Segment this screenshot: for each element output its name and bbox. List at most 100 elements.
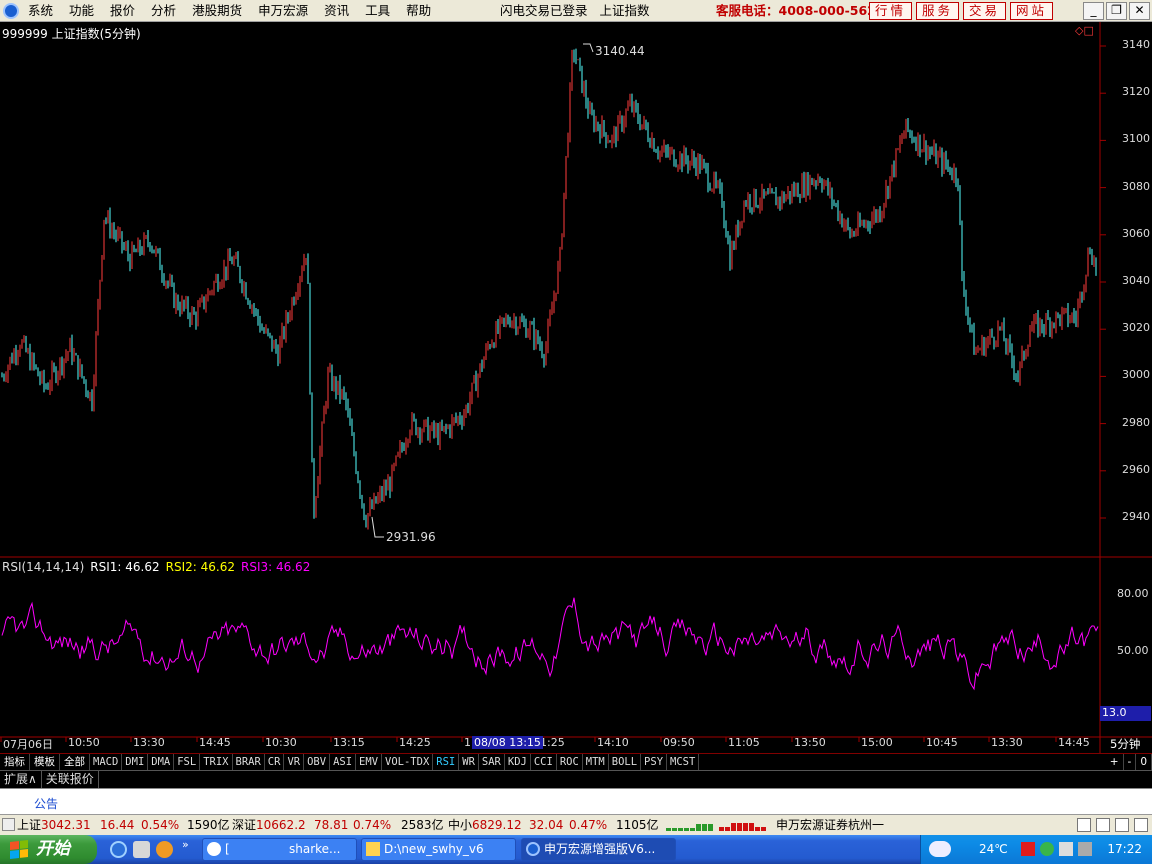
- indicator-tab-emv[interactable]: EMV: [356, 754, 383, 770]
- red-bar: [761, 827, 766, 831]
- lock-icon[interactable]: [1134, 818, 1148, 832]
- media-icon[interactable]: [156, 841, 173, 858]
- sh-name: 上证: [17, 818, 42, 832]
- settings-icon[interactable]: [1115, 818, 1129, 832]
- quote-button[interactable]: 行情: [869, 2, 913, 20]
- indicator-tab-obv[interactable]: OBV: [304, 754, 331, 770]
- cursor-time-box: 08/08 13:15: [472, 736, 543, 749]
- menu-swhy[interactable]: 申万宏源: [250, 0, 316, 22]
- menu-hk-futures[interactable]: 港股期货: [184, 0, 250, 22]
- ie-icon[interactable]: [110, 841, 127, 858]
- zx-amount: 1105亿: [616, 818, 659, 832]
- red-bar: [719, 827, 724, 831]
- chart-canvas[interactable]: [0, 22, 1152, 753]
- status-menu-icon[interactable]: [2, 818, 15, 831]
- menu-help[interactable]: 帮助: [398, 0, 439, 22]
- browser-icon: [207, 842, 221, 856]
- temperature: 24℃: [979, 842, 1008, 856]
- indicator-tab-trix[interactable]: TRIX: [200, 754, 233, 770]
- task-explorer[interactable]: D:\new_swhy_v6: [361, 838, 516, 861]
- menu-analysis[interactable]: 分析: [143, 0, 184, 22]
- period-selector[interactable]: 5分钟: [1110, 736, 1140, 752]
- indicator-tab-mcst[interactable]: MCST: [667, 754, 700, 770]
- task-browser-label-b: sharke...: [289, 842, 341, 856]
- menu-system[interactable]: 系统: [20, 0, 61, 22]
- indicator-tab-psy[interactable]: PSY: [641, 754, 668, 770]
- indicator-tab-sar[interactable]: SAR: [479, 754, 505, 770]
- indicator-control-2[interactable]: 0: [1136, 754, 1152, 770]
- red-bar: [737, 823, 742, 831]
- broker-name: 申万宏源证券杭州一: [776, 818, 885, 832]
- app-logo-icon: [3, 3, 19, 19]
- indicator-tab-fsl[interactable]: FSL: [174, 754, 201, 770]
- main-menu: 系统 功能 报价 分析 港股期货 申万宏源 资讯 工具 帮助: [20, 0, 439, 22]
- tray-volume-icon[interactable]: [1078, 842, 1092, 856]
- indicator-tab-kdj[interactable]: KDJ: [505, 754, 531, 770]
- tray-network-icon[interactable]: [1059, 842, 1073, 856]
- indicator-tab-cr[interactable]: CR: [265, 754, 285, 770]
- task-swhy-label: 申万宏源增强版V6...: [544, 842, 656, 856]
- menu-tools[interactable]: 工具: [357, 0, 398, 22]
- expand-quicklaunch-icon[interactable]: »: [182, 838, 189, 851]
- notice-link[interactable]: 公告: [34, 795, 58, 812]
- indicator-tab-cci[interactable]: CCI: [531, 754, 557, 770]
- menu-function[interactable]: 功能: [61, 0, 102, 22]
- market-breadth-bars: [666, 819, 766, 831]
- zx-index[interactable]: 中小6829.12: [448, 815, 522, 835]
- sz-index[interactable]: 深证10662.2: [232, 815, 306, 835]
- indicator-tab-vr[interactable]: VR: [284, 754, 305, 770]
- trade-button[interactable]: 交易: [963, 2, 1007, 20]
- panel-maximize-icon[interactable]: ◇□: [1075, 24, 1094, 37]
- indicator-tab-mtm[interactable]: MTM: [583, 754, 609, 770]
- related-quote-button[interactable]: 关联报价: [42, 771, 99, 788]
- restore-icon[interactable]: ❐: [1106, 2, 1127, 20]
- green-bar: [678, 828, 683, 831]
- menu-quote[interactable]: 报价: [102, 0, 143, 22]
- task-browser[interactable]: [ sharke...: [202, 838, 357, 861]
- website-button[interactable]: 网站: [1010, 2, 1054, 20]
- indicator-tab-macd[interactable]: MACD: [90, 754, 123, 770]
- indicator-tab-boll[interactable]: BOLL: [609, 754, 642, 770]
- indicator-lead-2[interactable]: 全部: [60, 754, 90, 770]
- start-button[interactable]: 开始: [0, 835, 97, 864]
- indicator-tabs: 指标 模板 全部 MACD DMI DMA FSL TRIX BRAR CR VR OBV ASI EMV…: [0, 753, 1152, 770]
- weather-cloud-icon[interactable]: [929, 841, 951, 857]
- desktop-icon[interactable]: [133, 841, 150, 858]
- sh-index[interactable]: 上证3042.31: [17, 815, 91, 835]
- indicator-tab-vol-tdx[interactable]: VOL-TDX: [382, 754, 434, 770]
- task-explorer-label: D:\new_swhy_v6: [384, 842, 484, 856]
- chart-area[interactable]: 999999 上证指数(5分钟) ◇□ 3140.44 2931.96 RSI(…: [0, 22, 1152, 753]
- indicator-control-1[interactable]: -: [1124, 754, 1137, 770]
- windows-logo-icon: [10, 840, 28, 859]
- service-button[interactable]: 服务: [916, 2, 960, 20]
- indicator-tab-brar[interactable]: BRAR: [233, 754, 265, 770]
- close-icon[interactable]: ✕: [1129, 2, 1150, 20]
- signal-icon[interactable]: [1096, 818, 1110, 832]
- time-tick: 14:25: [399, 736, 431, 749]
- indicator-tab-asi[interactable]: ASI: [330, 754, 357, 770]
- window-icon[interactable]: [1077, 818, 1091, 832]
- sh-change: 16.44: [100, 818, 135, 832]
- sh-pct: 0.54%: [141, 818, 180, 832]
- minimize-icon[interactable]: _: [1083, 2, 1104, 20]
- sz-pct: 0.74%: [353, 818, 392, 832]
- indicator-tab-dma[interactable]: DMA: [148, 754, 175, 770]
- expand-button[interactable]: 扩展∧: [0, 771, 42, 788]
- price-tick: 3000: [1122, 368, 1150, 382]
- indicator-tab-dmi[interactable]: DMI: [122, 754, 149, 770]
- indicator-control-0[interactable]: +: [1106, 754, 1124, 770]
- rsi-label: RSI(14,14,14): [2, 560, 85, 574]
- hotline-text: 客服电话：4008-000-562: [716, 3, 876, 18]
- tray-security-icon[interactable]: [1040, 842, 1054, 856]
- indicator-tab-roc[interactable]: ROC: [557, 754, 583, 770]
- indicator-lead-0[interactable]: 指标: [0, 754, 30, 770]
- indicator-tab-wr[interactable]: WR: [459, 754, 479, 770]
- menu-news[interactable]: 资讯: [316, 0, 357, 22]
- price-tick: 3060: [1122, 226, 1150, 240]
- indicator-lead-1[interactable]: 模板: [30, 754, 60, 770]
- green-bar: [666, 828, 671, 831]
- indicator-tab-rsi[interactable]: RSI: [433, 754, 460, 770]
- tray-app-icon[interactable]: [1021, 842, 1035, 856]
- task-swhy-app[interactable]: 申万宏源增强版V6...: [521, 838, 676, 861]
- rsi2-value: RSI2: 46.62: [165, 560, 235, 574]
